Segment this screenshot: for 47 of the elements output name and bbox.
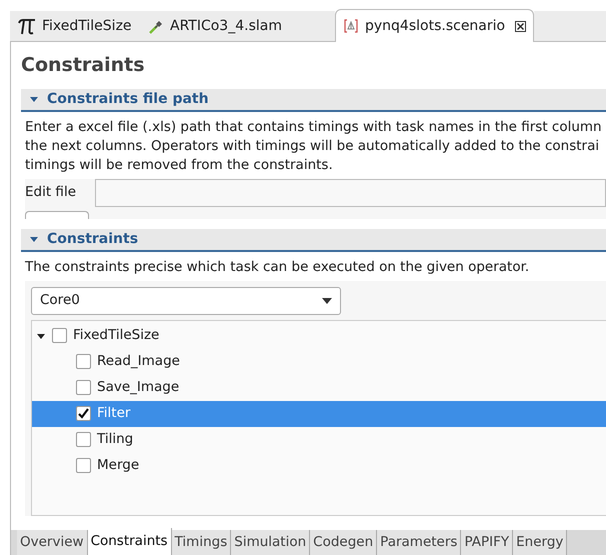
section-title: Constraints file path [47, 90, 209, 108]
page-title: Constraints [21, 53, 146, 78]
file-path-field[interactable] [95, 178, 606, 206]
section-header[interactable]: Constraints file path [21, 88, 606, 112]
page-tab[interactable]: Energy [513, 530, 568, 555]
tree-item-label: Tiling [97, 430, 134, 450]
close-icon[interactable] [515, 20, 526, 32]
checkbox[interactable] [76, 380, 91, 395]
description-text: the next columns. Operators with timings will be automatically added to the constrai [25, 136, 600, 156]
description-text: timings will be removed from the constraints. [25, 156, 334, 174]
tree-item-label: Merge [97, 456, 140, 476]
checkbox[interactable] [76, 406, 91, 421]
page-tab[interactable]: Constraints [88, 528, 172, 555]
tree-item[interactable]: Merge [32, 452, 606, 478]
section-header[interactable]: Constraints [21, 228, 606, 252]
description-text: The constraints precise which task can be executed on the given operator. [25, 258, 530, 276]
checkbox[interactable] [76, 458, 91, 473]
browse-button[interactable] [25, 210, 89, 218]
tree-item[interactable]: Read_Image [32, 348, 606, 374]
checkbox[interactable] [52, 328, 67, 343]
tree-item[interactable]: Save_Image [32, 374, 606, 400]
description-text: Enter a excel file (.xls) path that contains timings with task names in the first column [25, 118, 603, 136]
checkbox[interactable] [76, 354, 91, 369]
tree-item-label: Save_Image [97, 378, 180, 398]
page-tab[interactable]: Parameters [377, 530, 462, 555]
checkmark-icon [77, 407, 90, 420]
tree-item[interactable]: Tiling [32, 426, 606, 452]
scenario-icon [343, 18, 359, 34]
editor-tab[interactable]: FixedTileSize [10, 11, 140, 41]
page-tab[interactable]: Codegen [310, 530, 378, 555]
editor-tab[interactable]: ARTICo3_4.slam [140, 11, 335, 41]
page-tab[interactable]: Timings [172, 530, 232, 555]
page-tab[interactable]: Simulation [231, 530, 310, 555]
tree-item[interactable]: FixedTileSize [32, 322, 606, 348]
page-tab[interactable]: Overview [17, 530, 88, 555]
field-label: Edit file [25, 183, 77, 202]
operator-dropdown[interactable]: Core0 [31, 286, 341, 314]
editor-tab[interactable]: pynq4slots.scenario [335, 9, 534, 42]
tree-item-label: Read_Image [97, 352, 180, 372]
page-tab[interactable]: PAPIFY [461, 530, 514, 555]
tree-item-label: Filter [97, 404, 130, 424]
pi-icon [18, 18, 36, 34]
dropper-icon [148, 18, 164, 34]
checkbox[interactable] [76, 432, 91, 447]
tree-item-label: FixedTileSize [73, 326, 160, 346]
section-title: Constraints [47, 230, 138, 248]
dropdown-arrow-icon [322, 298, 332, 304]
